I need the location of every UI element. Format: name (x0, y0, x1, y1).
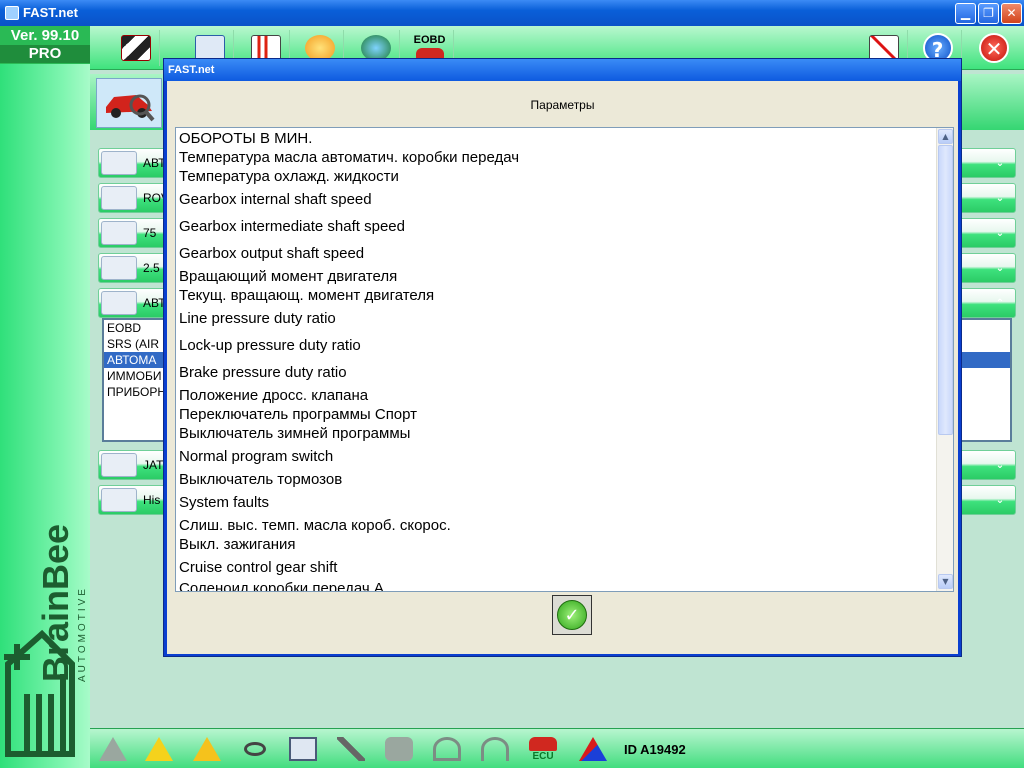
chevron-up-icon[interactable]: ⌃ (991, 295, 1009, 313)
list-item[interactable]: Gearbox output shaft speed (179, 245, 364, 262)
edition-label: PRO (0, 45, 90, 63)
minimize-button[interactable]: ▁ (955, 3, 976, 24)
parameter-list[interactable]: ОБОРОТЫ В МИН. Температура масла автомат… (175, 127, 954, 592)
list-item[interactable]: Соленоид коробки передач А (179, 580, 384, 591)
list-item[interactable]: Line pressure duty ratio (179, 310, 336, 327)
cable-icon (433, 737, 461, 761)
eobd-label: EOBD (413, 34, 446, 46)
ecu-label: ECU (532, 750, 554, 762)
chevron-down-icon[interactable]: ⌄ (991, 457, 1009, 475)
list-item[interactable]: Выключатель тормозов (179, 471, 342, 488)
ecu-button[interactable]: ECU (524, 732, 562, 766)
checkmark-icon: ✓ (557, 600, 587, 630)
parameter-list-content: ОБОРОТЫ В МИН. Температура масла автомат… (176, 128, 937, 591)
list-item[interactable]: Cruise control gear shift (179, 559, 337, 576)
list-item[interactable]: ОБОРОТЫ В МИН. (179, 130, 312, 147)
exit-icon: ✕ (979, 33, 1009, 63)
race-flag-button[interactable] (112, 30, 160, 66)
probe-button[interactable] (476, 732, 514, 766)
nav-row-label: 2.5 (143, 261, 160, 275)
manual-icon (289, 737, 317, 761)
engine-icon (101, 186, 137, 210)
ok-button[interactable]: ✓ (552, 595, 592, 635)
scroll-down-button[interactable]: ▼ (938, 574, 953, 589)
list-item[interactable]: Выкл. зажигания (179, 536, 296, 553)
chevron-down-icon[interactable]: ⌄ (991, 492, 1009, 510)
list-item[interactable]: Положение дросс. клапана (179, 387, 368, 404)
warning-button[interactable] (140, 732, 178, 766)
map-icon (385, 737, 413, 761)
window-title: FAST.net (23, 5, 78, 20)
chevron-down-icon[interactable]: ⌄ (991, 260, 1009, 278)
app-icon (5, 6, 19, 20)
manual-button[interactable] (284, 732, 322, 766)
chevron-down-icon[interactable]: ⌄ (991, 225, 1009, 243)
map-button[interactable] (380, 732, 418, 766)
car-lift-button[interactable] (94, 732, 132, 766)
nav-row-label: 75 (143, 226, 157, 240)
list-item[interactable]: System faults (179, 494, 269, 511)
window-titlebar: FAST.net ▁ ❐ ✕ (0, 0, 1024, 26)
list-item[interactable]: Lock-up pressure duty ratio (179, 337, 361, 354)
brand-logo-button[interactable] (574, 732, 612, 766)
warning-tools-icon (193, 737, 221, 761)
probe-icon (481, 737, 509, 761)
list-item[interactable]: Слиш. выс. темп. масла короб. скорос. (179, 517, 451, 534)
list-item[interactable]: Температура охлажд. жидкости (179, 168, 399, 185)
ecu-icon (529, 736, 557, 751)
cable-button[interactable] (428, 732, 466, 766)
list-item[interactable]: Gearbox intermediate shaft speed (179, 218, 405, 235)
version-box: Ver. 99.10 PRO (0, 26, 90, 64)
tools-button[interactable] (332, 732, 370, 766)
car-search-icon (106, 94, 155, 122)
glasses-button[interactable] (236, 732, 274, 766)
vehicle-search-button[interactable] (96, 78, 162, 128)
list-item[interactable]: Температура масла автоматич. коробки пер… (179, 149, 519, 166)
race-flag-icon (120, 35, 151, 61)
device-id: ID A19492 (624, 742, 686, 757)
version-label: Ver. 99.10 (10, 27, 80, 44)
glasses-icon (244, 742, 266, 756)
brainbee-logo: BrainBee AUTOMOTIVE (4, 524, 88, 757)
window-close-button[interactable]: ✕ (1001, 3, 1022, 24)
dialog-body: Параметры ОБОРОТЫ В МИН. Температура мас… (167, 81, 958, 654)
bottom-toolbar: ECU ID A19492 (90, 728, 1024, 768)
maximize-button[interactable]: ❐ (978, 3, 999, 24)
scroll-thumb[interactable] (938, 145, 953, 435)
brand-subtitle: AUTOMOTIVE (77, 586, 88, 682)
nav-row-label: His (143, 493, 161, 507)
list-item[interactable]: Brake pressure duty ratio (179, 364, 347, 381)
chevron-down-icon[interactable]: ⌄ (991, 190, 1009, 208)
history-icon (101, 488, 137, 512)
list-item[interactable]: Gearbox internal shaft speed (179, 191, 372, 208)
dialog-heading: Параметры (530, 98, 595, 112)
brand-logo-icon (579, 737, 607, 761)
dialog-titlebar: FAST.net (164, 59, 961, 81)
left-panel: Ver. 99.10 PRO BrainBee AUTOMOTIVE (0, 26, 90, 768)
parameter-scrollbar[interactable]: ▲ ▼ (936, 128, 953, 591)
car-service-icon (101, 151, 137, 175)
list-item[interactable]: Normal program switch (179, 448, 333, 465)
ecu-chip-icon (101, 291, 137, 315)
nav-row-label: JAT (143, 458, 164, 472)
list-item[interactable]: Переключатель программы Спорт (179, 406, 417, 423)
list-item[interactable]: Выключатель зимней программы (179, 425, 410, 442)
injector-icon (101, 256, 137, 280)
car-model-icon (101, 221, 137, 245)
brand-name: BrainBee (35, 524, 76, 682)
parameters-dialog: FAST.net Параметры ОБОРОТЫ В МИН. Темпер… (163, 58, 962, 657)
scroll-up-button[interactable]: ▲ (938, 129, 953, 144)
chevron-down-icon[interactable]: ⌄ (991, 155, 1009, 173)
warning-icon (145, 737, 173, 761)
list-item[interactable]: Текущ. вращающ. момент двигателя (179, 287, 434, 304)
diagnostic-icon (101, 453, 137, 477)
exit-button[interactable]: ✕ (970, 30, 1018, 66)
tools-icon (337, 737, 365, 761)
list-item[interactable]: Вращающий момент двигателя (179, 268, 397, 285)
car-lift-icon (99, 737, 127, 761)
warning-tools-button[interactable] (188, 732, 226, 766)
